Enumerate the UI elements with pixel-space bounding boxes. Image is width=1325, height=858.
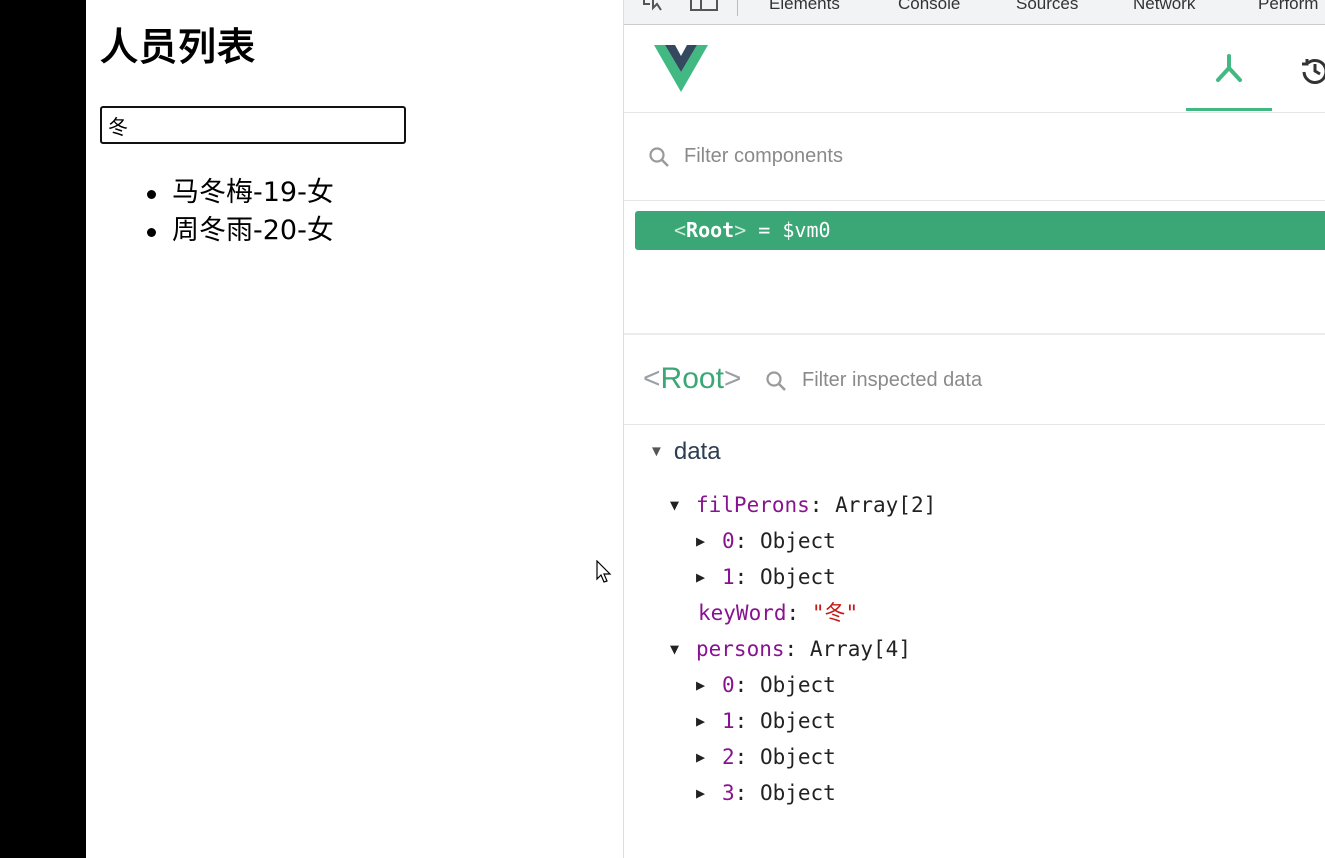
- devtools-tab-bar: Elements Console Sources Network Perform: [624, 0, 1325, 25]
- mouse-cursor: [596, 559, 612, 588]
- search-icon: [649, 147, 669, 167]
- filter-components-input[interactable]: [684, 142, 1084, 170]
- tag-close-bracket: >: [734, 218, 747, 242]
- root-component-row[interactable]: <Root> = $vm0: [635, 211, 1325, 250]
- field-value: Array[2]: [835, 493, 937, 517]
- collapsed-arrow-icon: ▶: [696, 532, 706, 550]
- field-row[interactable]: ▶ 3: Object: [696, 778, 836, 810]
- history-icon[interactable]: [1299, 55, 1325, 89]
- field-row[interactable]: ▶ 1: Object: [696, 562, 836, 594]
- component-name: Root: [660, 362, 724, 395]
- field-row[interactable]: ▶ 0: Object: [696, 670, 836, 702]
- field-key: 1: [722, 565, 735, 589]
- colon: :: [809, 493, 836, 517]
- field-row-persons[interactable]: ▼ persons: Array[4]: [670, 634, 911, 666]
- page-title: 人员列表: [100, 25, 257, 69]
- field-row[interactable]: ▶ 0: Object: [696, 526, 836, 558]
- field-row[interactable]: ▶ 2: Object: [696, 742, 836, 774]
- field-key: filPerons: [696, 493, 810, 517]
- left-black-bar: [0, 0, 86, 858]
- data-section-toggle[interactable]: ▼ data: [649, 438, 721, 466]
- field-key: 0: [722, 529, 735, 553]
- colon: :: [734, 745, 760, 769]
- search-icon: [766, 371, 786, 391]
- web-page: 人员列表 马冬梅-19-女 周冬雨-20-女: [86, 0, 623, 858]
- tag-open-bracket: <: [643, 362, 661, 395]
- collapse-arrow-icon: ▼: [649, 443, 664, 460]
- filter-components-bar: [624, 114, 1325, 201]
- vue-devtools-header: [624, 25, 1325, 113]
- field-key: 1: [722, 709, 735, 733]
- colon: :: [734, 781, 760, 805]
- field-key: 3: [722, 781, 735, 805]
- toolbar-divider: [737, 0, 738, 16]
- tag-close-bracket: >: [723, 362, 742, 395]
- inspector-header: <Root>: [624, 336, 1325, 425]
- field-value: Object: [759, 781, 836, 805]
- field-key: keyWord: [698, 601, 787, 625]
- field-value: Object: [759, 709, 836, 733]
- panel-divider: [624, 333, 1325, 335]
- tab-network[interactable]: Network: [1133, 0, 1195, 14]
- field-value: Object: [759, 529, 836, 553]
- colon: :: [784, 637, 810, 661]
- expanded-arrow-icon: ▼: [670, 496, 680, 514]
- list-item: 周冬雨-20-女: [144, 212, 334, 250]
- colon: :: [786, 601, 812, 625]
- field-key: 2: [722, 745, 735, 769]
- devtools-panel: Elements Console Sources Network Perform: [623, 0, 1325, 858]
- tab-sources[interactable]: Sources: [1016, 0, 1078, 14]
- colon: :: [734, 529, 760, 553]
- field-value: Object: [759, 673, 836, 697]
- collapsed-arrow-icon: ▶: [696, 568, 706, 586]
- components-tab[interactable]: [1186, 25, 1272, 111]
- field-value: Object: [759, 745, 836, 769]
- expanded-arrow-icon: ▼: [670, 640, 680, 658]
- tag-open-bracket: <: [674, 218, 687, 242]
- field-row-keyWord[interactable]: keyWord: "冬": [698, 598, 858, 628]
- tab-performance[interactable]: Perform: [1258, 0, 1318, 14]
- component-name: Root: [686, 218, 735, 242]
- collapsed-arrow-icon: ▶: [696, 712, 706, 730]
- vue-logo: [654, 45, 708, 96]
- list-item: 马冬梅-19-女: [144, 174, 334, 212]
- device-toggle-icon[interactable]: [689, 0, 719, 17]
- collapsed-arrow-icon: ▶: [696, 784, 706, 802]
- field-row[interactable]: ▶ 1: Object: [696, 706, 836, 738]
- field-key: 0: [722, 673, 735, 697]
- field-value: Object: [759, 565, 836, 589]
- colon: :: [734, 709, 760, 733]
- section-label: data: [673, 438, 721, 465]
- colon: :: [734, 565, 760, 589]
- field-value: Array[4]: [809, 637, 911, 661]
- collapsed-arrow-icon: ▶: [696, 676, 706, 694]
- collapsed-arrow-icon: ▶: [696, 748, 706, 766]
- tab-elements[interactable]: Elements: [769, 0, 840, 14]
- tab-console[interactable]: Console: [898, 0, 960, 14]
- inspect-element-icon[interactable]: [642, 0, 668, 17]
- keyword-search-input[interactable]: [100, 106, 406, 144]
- vm-reference: = $vm0: [746, 218, 831, 242]
- inspected-component-title: <Root>: [643, 362, 741, 396]
- field-key: persons: [696, 637, 785, 661]
- filter-inspected-data-input[interactable]: [802, 366, 1202, 394]
- field-value: "冬": [811, 601, 859, 625]
- colon: :: [734, 673, 760, 697]
- field-row-filPerons[interactable]: ▼ filPerons: Array[2]: [670, 490, 936, 522]
- person-list: 马冬梅-19-女 周冬雨-20-女: [144, 174, 334, 250]
- component-tree-icon: [1216, 54, 1242, 82]
